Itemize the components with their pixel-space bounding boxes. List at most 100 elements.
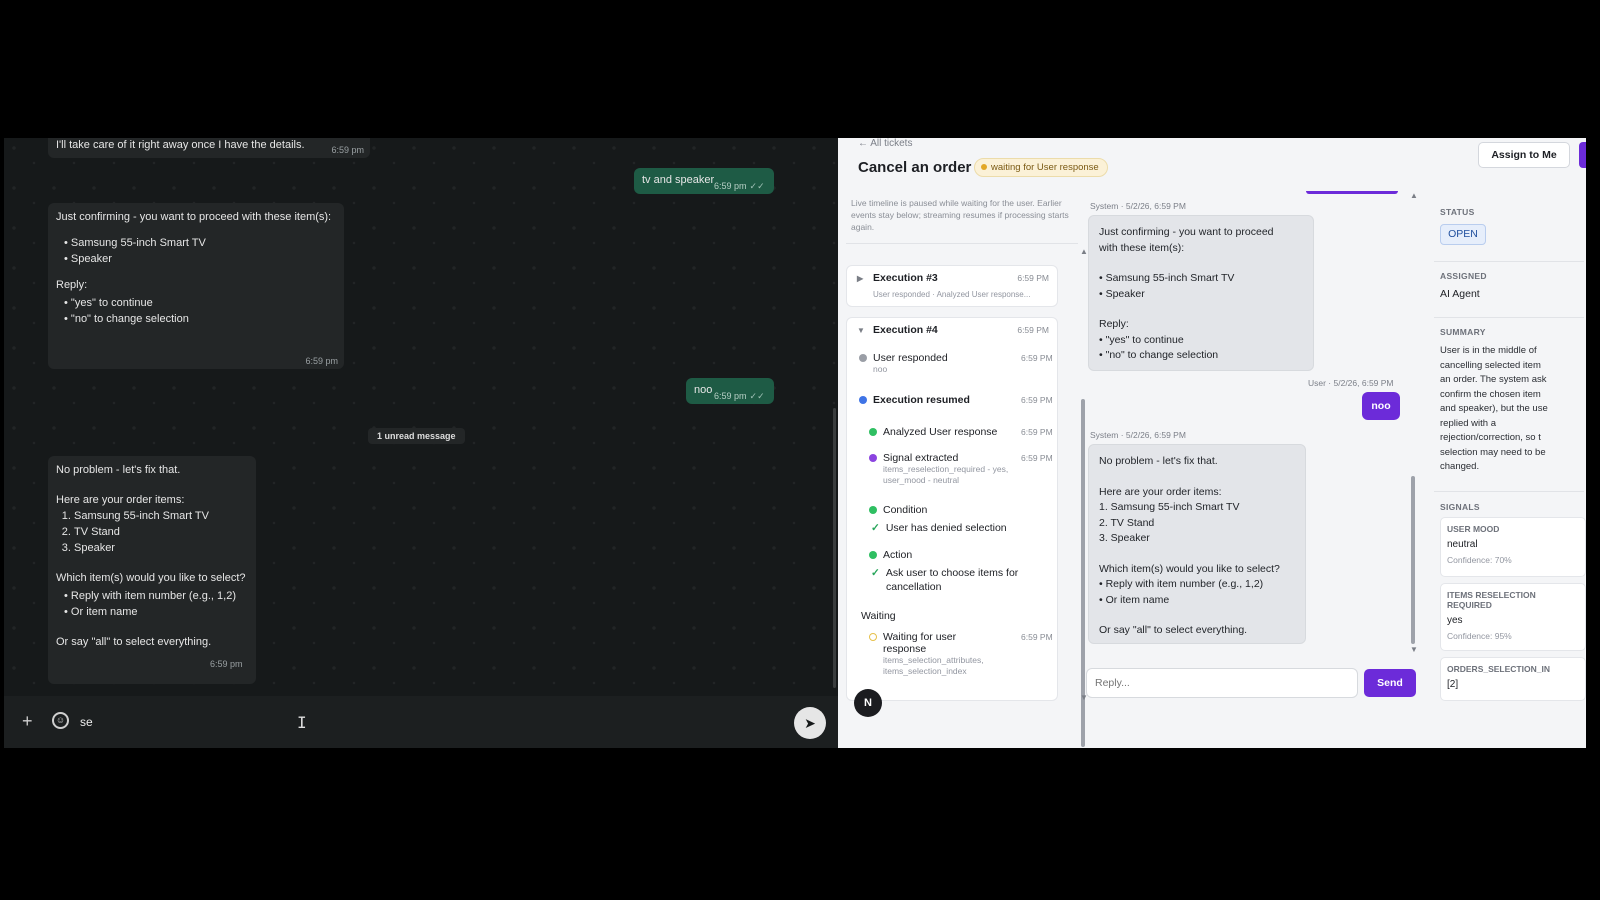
- status-dot-icon: [859, 396, 867, 405]
- avatar[interactable]: N: [854, 689, 882, 717]
- signal-card: ITEMS RESELECTION REQUIRED yes Confidenc…: [1440, 583, 1586, 651]
- execution-title: Execution #3: [873, 272, 938, 284]
- signal-value: neutral: [1447, 539, 1478, 550]
- section-heading: SUMMARY: [1440, 327, 1486, 337]
- section-heading: SIGNALS: [1440, 502, 1480, 512]
- message-text: Just confirming - you want to proceed wi…: [56, 211, 332, 223]
- ticket-sidebar: STATUS OPEN ASSIGNED AI Agent SUMMARY Us…: [1432, 191, 1586, 711]
- chevron-down-icon[interactable]: ▼: [857, 326, 865, 335]
- message-text: tv and speaker: [642, 174, 715, 186]
- signal-name: ORDERS_SELECTION_IN: [1447, 664, 1550, 674]
- signal-value: yes: [1447, 615, 1463, 626]
- status-badge: waiting for User response: [974, 158, 1108, 177]
- text-cursor-icon: I: [297, 713, 307, 732]
- divider: [1434, 261, 1584, 262]
- scroll-down-icon[interactable]: ▼: [1410, 645, 1418, 654]
- execution-timeline: Live timeline is paused while waiting fo…: [846, 191, 1088, 747]
- event-time: 6:59 PM: [1021, 632, 1053, 642]
- ticket-dashboard: ← All tickets Cancel an order waiting fo…: [838, 138, 1586, 748]
- event-label: Execution resumed: [873, 394, 970, 406]
- status-dot-icon: [981, 164, 987, 171]
- message-meta: System · 5/2/26, 6:59 PM: [1090, 430, 1186, 440]
- status-badge: OPEN: [1440, 224, 1486, 245]
- check-icon: ✓: [871, 522, 880, 534]
- message-time: 6:59 pm: [305, 356, 338, 366]
- list-item: • Reply with item number (e.g., 1,2): [1099, 578, 1264, 590]
- system-message: Just confirming - you want to proceed wi…: [1088, 215, 1314, 371]
- scroll-up-icon[interactable]: ▲: [1410, 191, 1418, 200]
- event-detail: items_selection_attributes,: [883, 655, 984, 665]
- scrollbar[interactable]: [833, 408, 836, 688]
- signal-name: ITEMS RESELECTION: [1447, 590, 1536, 600]
- execution-card[interactable]: ▼ Execution #4 6:59 PM User responded 6:59…: [846, 317, 1058, 701]
- section-heading: STATUS: [1440, 207, 1475, 217]
- condition-result: User has denied selection: [885, 522, 1007, 534]
- list-item: • "yes" to continue: [1099, 333, 1184, 346]
- previous-user-bubble: [1306, 191, 1398, 194]
- message-time: 6:59 pm: [331, 145, 364, 155]
- double-check-icon: ✓✓: [749, 391, 765, 401]
- event-label: response: [883, 643, 927, 655]
- list-item: • Speaker: [1099, 287, 1145, 300]
- message-meta: User · 5/2/26, 6:59 PM: [1308, 378, 1394, 388]
- message-meta: System · 5/2/26, 6:59 PM: [1090, 201, 1186, 211]
- message-text: Here are your order items:: [56, 494, 185, 506]
- section-heading: ASSIGNED: [1440, 271, 1487, 281]
- signal-card: USER MOOD neutral Confidence: 70%: [1440, 517, 1586, 577]
- list-item: • "no" to change selection: [64, 313, 189, 325]
- emoji-icon[interactable]: ☺: [52, 712, 69, 729]
- signal-value: [2]: [1447, 679, 1459, 690]
- reply-input[interactable]: [1086, 668, 1358, 698]
- summary-text: User is in the middle of cancelling sele…: [1440, 345, 1548, 472]
- status-dot-icon: [869, 506, 877, 515]
- timeline-event: User responded 6:59 PM noo: [859, 352, 1053, 375]
- list-item: Speaker: [74, 540, 248, 556]
- list-item: • "no" to change selection: [1099, 349, 1219, 361]
- event-label: User responded: [873, 352, 948, 364]
- send-icon[interactable]: ➤: [794, 707, 826, 739]
- message-text: Just confirming - you want to proceed: [1099, 226, 1274, 238]
- message-time: 6:59 pm: [714, 181, 747, 191]
- divider: [1434, 491, 1584, 492]
- assign-to-me-button[interactable]: Assign to Me: [1478, 142, 1570, 168]
- execution-time: 6:59 PM: [1017, 325, 1049, 335]
- action-result: cancellation: [886, 581, 942, 593]
- status-dot-icon: [869, 551, 877, 560]
- plus-icon[interactable]: +: [22, 712, 33, 730]
- message-text: Here are your order items:: [1099, 485, 1222, 498]
- message-text: Or say "all" to select everything.: [1099, 624, 1248, 636]
- back-link[interactable]: ← All tickets: [858, 138, 912, 149]
- action-button[interactable]: [1579, 142, 1586, 168]
- message-input[interactable]: [80, 710, 760, 734]
- timeline-event: Waiting for user 6:59 PM response items_…: [869, 631, 1053, 677]
- message-text: with these item(s):: [1099, 241, 1185, 254]
- action-result: Ask user to choose items for: [885, 567, 1019, 579]
- unread-messages-divider: 1 unread message: [368, 428, 465, 444]
- event-time: 6:59 PM: [1021, 427, 1053, 437]
- divider: [846, 243, 1078, 244]
- signal-card: ORDERS_SELECTION_IN [2]: [1440, 657, 1586, 701]
- message-text: No problem - let's fix that.: [56, 464, 181, 476]
- send-button[interactable]: Send: [1364, 669, 1416, 697]
- signal-name: REQUIRED: [1447, 600, 1492, 610]
- event-detail: user_mood - neutral: [883, 475, 960, 485]
- incoming-message: No problem - let's fix that. Here are yo…: [48, 456, 256, 684]
- execution-card[interactable]: ▶ Execution #3 6:59 PM User responded · An…: [846, 265, 1058, 307]
- signal-confidence: Confidence: 70%: [1447, 555, 1512, 565]
- scrollbar-thumb[interactable]: [1411, 476, 1415, 644]
- conversation-panel: System · 5/2/26, 6:59 PM Just confirming…: [1086, 191, 1418, 711]
- list-item: Samsung 55-inch Smart TV: [74, 508, 248, 524]
- divider: [1434, 317, 1584, 318]
- list-item: • Or item name: [64, 606, 138, 618]
- section-heading: Waiting: [861, 610, 896, 622]
- conversation-scrollbar[interactable]: [1410, 194, 1416, 654]
- outgoing-message: tv and speaker 6:59 pm ✓✓: [634, 168, 774, 194]
- timeline-event: Signal extracted 6:59 PM items_reselecti…: [869, 452, 1053, 486]
- chevron-right-icon[interactable]: ▶: [857, 274, 863, 283]
- double-check-icon: ✓✓: [749, 181, 765, 191]
- signal-confidence: Confidence: 95%: [1447, 631, 1512, 641]
- message-text: Or say "all" to select everything.: [56, 636, 212, 648]
- signal-name: USER MOOD: [1447, 524, 1500, 534]
- list-item: • Reply with item number (e.g., 1,2): [64, 590, 236, 602]
- event-time: 6:59 PM: [1021, 453, 1053, 463]
